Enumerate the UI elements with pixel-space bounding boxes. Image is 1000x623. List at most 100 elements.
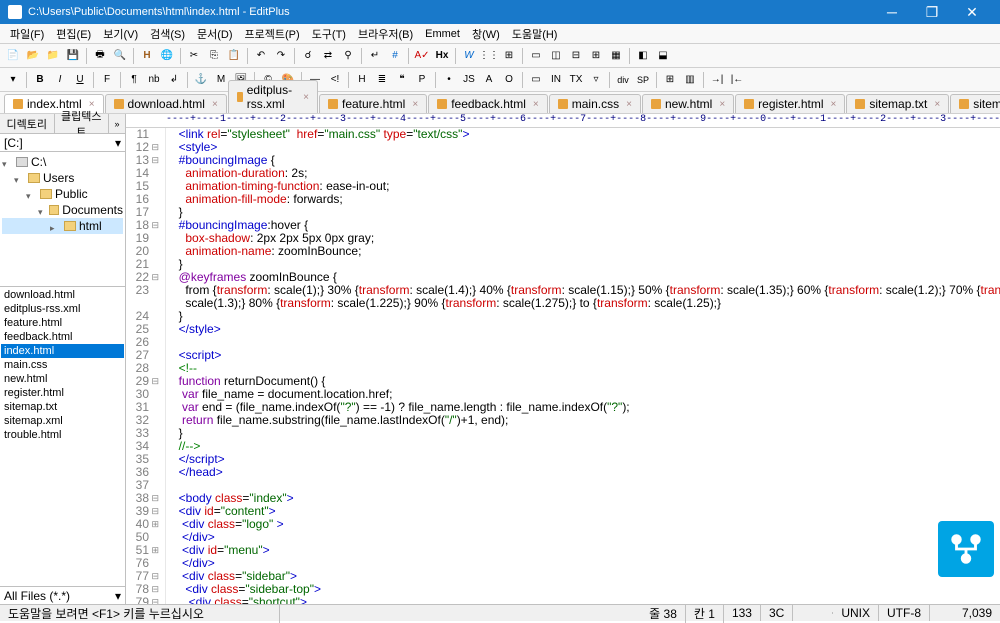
window3-icon[interactable]: ⊟ (567, 47, 585, 65)
undo-icon[interactable]: ↶ (252, 47, 270, 65)
file-item[interactable]: feature.html (1, 316, 124, 330)
file-item[interactable]: sitemap.txt (1, 400, 124, 414)
indent-icon[interactable]: →| (708, 71, 726, 89)
code-line[interactable]: <link rel="stylesheet" href="main.css" t… (172, 128, 1000, 141)
fold-marker[interactable]: ⊟ (151, 505, 159, 518)
tab-close-icon[interactable]: × (303, 92, 309, 103)
preview-icon[interactable]: 🔍 (111, 47, 129, 65)
tree-node[interactable]: Users (2, 170, 123, 186)
fold-marker[interactable]: ⊟ (151, 570, 159, 583)
code-line[interactable]: //--> (172, 440, 1000, 453)
menu-item[interactable]: 보기(V) (97, 24, 144, 44)
menu-item[interactable]: 프로젝트(P) (239, 24, 306, 44)
menu-item[interactable]: 파일(F) (4, 24, 50, 44)
replace-icon[interactable]: ⇄ (319, 47, 337, 65)
spell-icon[interactable]: A✓ (413, 47, 431, 65)
code-content[interactable]: <link rel="stylesheet" href="main.css" t… (166, 128, 1000, 604)
find-icon[interactable]: ☌ (299, 47, 317, 65)
code-line[interactable]: </style> (172, 323, 1000, 336)
ta-icon[interactable]: TX (567, 71, 585, 89)
output-icon[interactable]: ⬓ (654, 47, 672, 65)
code-line[interactable]: <div id="content"> (172, 505, 1000, 518)
file-item[interactable]: register.html (1, 386, 124, 400)
window1-icon[interactable]: ▭ (527, 47, 545, 65)
open-icon[interactable]: 📂 (24, 47, 42, 65)
fold-marker[interactable]: ⊟ (151, 583, 159, 596)
tab-cliptext[interactable]: 클립텍스트 (55, 114, 110, 133)
code-line[interactable]: <body class="index"> (172, 492, 1000, 505)
file-item[interactable]: index.html (1, 344, 124, 358)
anchor-icon[interactable]: ⚓ (192, 71, 210, 89)
tree-node[interactable]: Public (2, 186, 123, 202)
code-line[interactable]: } (172, 427, 1000, 440)
code-line[interactable]: <style> (172, 141, 1000, 154)
wrap-icon[interactable]: ↵ (366, 47, 384, 65)
tab-close-icon[interactable]: × (626, 99, 632, 110)
line-num-icon[interactable]: # (386, 47, 404, 65)
ruler-icon[interactable]: ⋮⋮ (480, 47, 498, 65)
code-line[interactable]: scale(1.3);} 80% {transform: scale(1.225… (172, 297, 1000, 310)
heading-icon[interactable]: Hx (433, 47, 451, 65)
tree-node[interactable]: C:\ (2, 154, 123, 170)
menu-item[interactable]: 브라우저(B) (352, 24, 419, 44)
fold-marker[interactable]: ⊟ (151, 154, 159, 167)
window4-icon[interactable]: ⊞ (587, 47, 605, 65)
find-files-icon[interactable]: ⚲ (339, 47, 357, 65)
menu-item[interactable]: Emmet (419, 26, 466, 42)
tab-close-icon[interactable]: × (831, 99, 837, 110)
sel-icon[interactable]: ▿ (587, 71, 605, 89)
fold-marker[interactable]: ⊞ (151, 518, 159, 531)
comment-icon[interactable]: <! (326, 71, 344, 89)
close-button[interactable]: ✕ (952, 4, 992, 21)
center-icon[interactable]: ≣ (373, 71, 391, 89)
file-item[interactable]: main.css (1, 358, 124, 372)
menu-item[interactable]: 검색(S) (144, 24, 191, 44)
code-line[interactable] (172, 336, 1000, 349)
expand-icon[interactable] (2, 156, 14, 168)
tree-node[interactable]: html (2, 218, 123, 234)
new-icon[interactable]: 📄 (4, 47, 22, 65)
code-line[interactable]: <div id="menu"> (172, 544, 1000, 557)
menu-item[interactable]: 도움말(H) (506, 24, 564, 44)
fold-marker[interactable]: ⊟ (151, 492, 159, 505)
minimize-button[interactable]: ─ (872, 4, 912, 20)
fold-marker[interactable]: ⊟ (151, 271, 159, 284)
code-line[interactable]: </head> (172, 466, 1000, 479)
wordwrap-icon[interactable]: W (460, 47, 478, 65)
code-line[interactable]: </script> (172, 453, 1000, 466)
doc-tab[interactable]: sitemap.txt× (846, 94, 949, 113)
code-line[interactable]: <script> (172, 349, 1000, 362)
code-line[interactable] (172, 479, 1000, 492)
break-icon[interactable]: ↲ (165, 71, 183, 89)
frame-icon[interactable]: ▥ (681, 71, 699, 89)
doc-tab[interactable]: main.css× (549, 94, 641, 113)
menu-item[interactable]: 창(W) (466, 24, 506, 44)
fold-marker[interactable]: ⊟ (151, 141, 159, 154)
redo-icon[interactable]: ↷ (272, 47, 290, 65)
fold-marker[interactable]: ⊟ (151, 375, 159, 388)
doc-tab[interactable]: download.html× (105, 94, 227, 113)
expand-icon[interactable] (26, 188, 38, 200)
menu-item[interactable]: 문서(D) (191, 24, 239, 44)
pre-icon[interactable]: P (413, 71, 431, 89)
file-item[interactable]: new.html (1, 372, 124, 386)
list-icon[interactable]: • (440, 71, 458, 89)
outdent-icon[interactable]: |← (728, 71, 746, 89)
code-line[interactable]: </div> (172, 531, 1000, 544)
in-icon[interactable]: IN (547, 71, 565, 89)
italic-icon[interactable]: I (51, 71, 69, 89)
doc-tab[interactable]: sitemap.xml× (950, 94, 1000, 113)
tab-expand[interactable]: » (109, 114, 125, 133)
open-remote-icon[interactable]: 📁 (44, 47, 62, 65)
tab-close-icon[interactable]: × (212, 99, 218, 110)
tab-close-icon[interactable]: × (533, 99, 539, 110)
sidebar-icon[interactable]: ◧ (634, 47, 652, 65)
script-icon[interactable]: JS (460, 71, 478, 89)
tab-close-icon[interactable]: × (412, 99, 418, 110)
paste-icon[interactable]: 📋 (225, 47, 243, 65)
heading2-icon[interactable]: H (353, 71, 371, 89)
tab-directory[interactable]: 디렉토리 (0, 114, 55, 133)
file-item[interactable]: download.html (1, 288, 124, 302)
cut-icon[interactable]: ✂ (185, 47, 203, 65)
save-icon[interactable]: 💾 (64, 47, 82, 65)
